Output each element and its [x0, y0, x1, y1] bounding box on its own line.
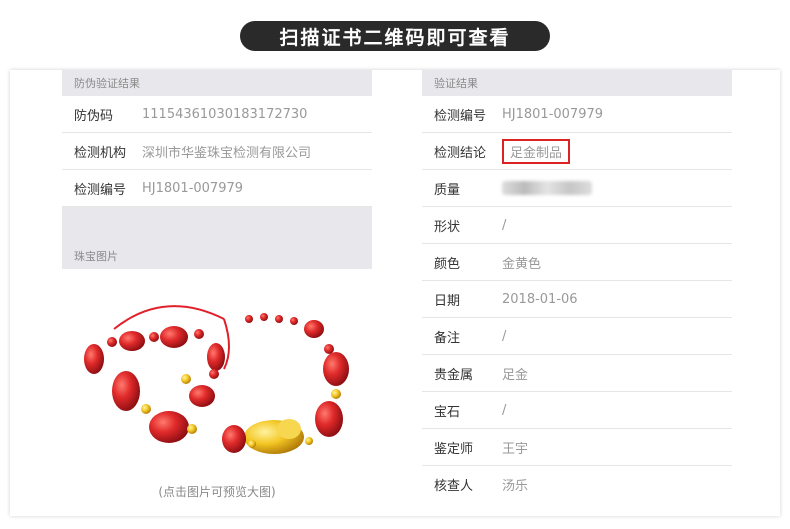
section-header: 防伪验证结果	[62, 70, 372, 96]
row-label: 鉴定师	[434, 441, 474, 457]
row-value: 2018-01-06	[502, 291, 578, 307]
row-label: 检测编号	[434, 108, 487, 124]
verification-card: 防伪验证结果 防伪码 11154361030183172730 检测机构 深圳市…	[10, 70, 780, 516]
row-label: 宝石	[434, 404, 461, 420]
jewelry-photo[interactable]	[74, 279, 360, 477]
weight-row: 质量	[422, 170, 732, 207]
row-label: 备注	[434, 330, 461, 346]
row-value: /	[502, 402, 507, 418]
photo-caption: (点击图片可预览大图)	[158, 485, 276, 499]
row-label: 检测结论	[434, 145, 487, 161]
conclusion-highlight: 足金制品	[502, 138, 571, 164]
row-label: 形状	[434, 219, 461, 235]
appraiser-row: 鉴定师 王宇	[422, 429, 732, 466]
gemstone-row: 宝石 /	[422, 392, 732, 429]
date-row: 日期 2018-01-06	[422, 281, 732, 318]
row-value: HJ1801-007979	[502, 106, 604, 122]
row-value: 金黄色	[502, 256, 542, 272]
anti-counterfeit-code-row: 防伪码 11154361030183172730	[62, 96, 372, 133]
row-label: 检测机构	[74, 145, 127, 161]
row-label: 核查人	[434, 478, 474, 494]
jewelry-photo-header: 珠宝图片	[62, 243, 372, 269]
row-label: 日期	[434, 293, 461, 309]
title-banner: 扫描证书二维码即可查看	[240, 21, 550, 51]
row-value: /	[502, 217, 507, 233]
spacer	[62, 207, 372, 243]
row-value: 深圳市华鉴珠宝检测有限公司	[142, 145, 312, 161]
row-value: /	[502, 328, 507, 344]
row-label: 贵金属	[434, 367, 474, 383]
remark-row: 备注 /	[422, 318, 732, 355]
row-value: HJ1801-007979	[142, 180, 244, 196]
anti-counterfeit-section: 防伪验证结果 防伪码 11154361030183172730 检测机构 深圳市…	[62, 70, 372, 500]
test-conclusion-row: 检测结论 足金制品	[422, 133, 732, 170]
verification-result-section: 验证结果 检测编号 HJ1801-007979 检测结论 足金制品 质量 形状 …	[422, 70, 732, 502]
row-value: 王宇	[502, 441, 529, 457]
blurred-value	[502, 181, 592, 195]
row-label: 检测编号	[74, 182, 127, 198]
bracelet-image	[84, 305, 349, 454]
row-value: 11154361030183172730	[142, 106, 308, 122]
row-value: 足金	[502, 367, 529, 383]
row-label: 防伪码	[74, 108, 114, 124]
row-value: 汤乐	[502, 478, 529, 494]
reviewer-row: 核查人 汤乐	[422, 466, 732, 502]
section-header: 验证结果	[422, 70, 732, 96]
shape-row: 形状 /	[422, 207, 732, 244]
precious-metal-row: 贵金属 足金	[422, 355, 732, 392]
test-number-row: 检测编号 HJ1801-007979	[62, 170, 372, 207]
row-label: 质量	[434, 182, 461, 198]
row-label: 颜色	[434, 256, 461, 272]
testing-agency-row: 检测机构 深圳市华鉴珠宝检测有限公司	[62, 133, 372, 170]
test-number-row: 检测编号 HJ1801-007979	[422, 96, 732, 133]
color-row: 颜色 金黄色	[422, 244, 732, 281]
